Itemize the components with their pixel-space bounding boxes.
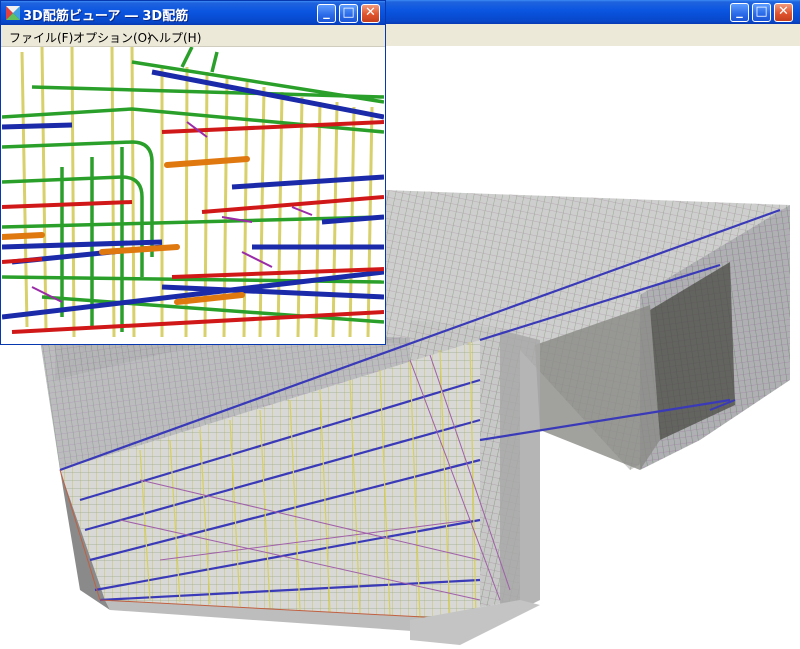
viewer-titlebar[interactable]: 3D配筋ビューア ― 3D配筋 _ □ ✕: [1, 1, 385, 25]
main-minimize-button[interactable]: _: [730, 3, 749, 22]
viewer-close-button[interactable]: ✕: [361, 4, 380, 23]
viewer-minimize-button[interactable]: _: [317, 4, 336, 23]
main-maximize-button[interactable]: □: [752, 3, 771, 22]
viewer-window: 3D配筋ビューア ― 3D配筋 _ □ ✕ ファイル(F) オプション(O) ヘ…: [0, 0, 386, 345]
menu-options[interactable]: オプション(O): [73, 29, 152, 46]
menu-help[interactable]: ヘルプ(H): [147, 29, 201, 46]
viewer-maximize-button[interactable]: □: [339, 4, 358, 23]
main-titlebar: _ □ ✕: [384, 0, 800, 24]
rebar-zoom-viewport[interactable]: [2, 47, 384, 343]
viewer-menubar: ファイル(F) オプション(O) ヘルプ(H): [1, 25, 385, 47]
app-icon: [6, 6, 20, 20]
main-menubar: [384, 24, 800, 46]
pier-wall-side: [500, 330, 540, 620]
menu-file[interactable]: ファイル(F): [9, 29, 73, 46]
main-close-button[interactable]: ✕: [774, 3, 793, 22]
viewer-title: 3D配筋ビューア ― 3D配筋: [23, 9, 189, 24]
